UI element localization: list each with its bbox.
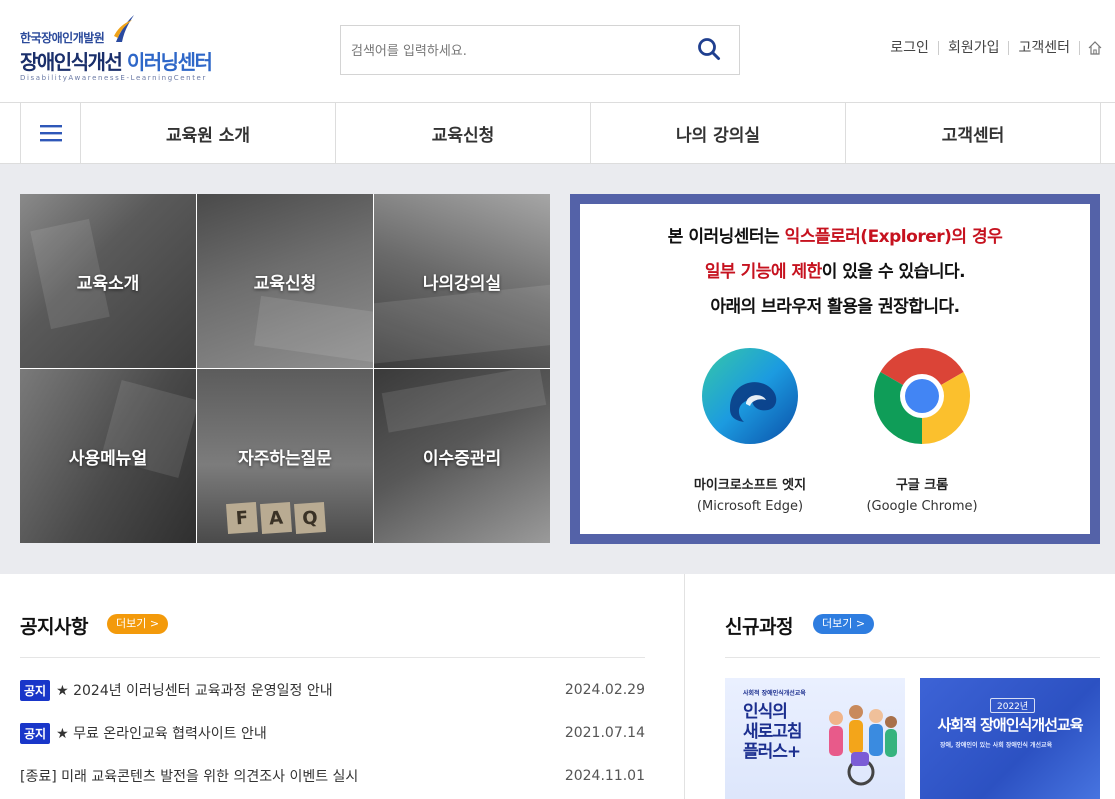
board-section: 공지사항 더보기 > 공지 ★ 2024년 이러닝센터 교육과정 운영일정 안내…	[0, 574, 1115, 799]
search-button[interactable]	[697, 37, 723, 63]
divider	[20, 657, 645, 658]
signup-link[interactable]: 회원가입	[939, 41, 1010, 55]
tile-label: 나의강의실	[422, 273, 502, 294]
site-header: 한국장애인개발원 장애인식개선 이러닝센터 DisabilityAwarenes…	[0, 0, 1115, 102]
course-title-line: 새로고침	[743, 722, 803, 742]
nav-item-apply[interactable]: 교육신청	[336, 103, 591, 163]
course-caption: 사회적 장애인식개선교육	[743, 690, 806, 697]
course-caption: 장애, 장애인이 있는 사회 장애인식 개선교육	[940, 742, 1053, 749]
faq-block: Q	[293, 501, 327, 535]
course-card[interactable]: 사회적 장애인식개선교육 인식의 새로고침 플러스+	[725, 678, 905, 799]
chrome-icon	[873, 348, 971, 444]
search-input[interactable]	[351, 38, 681, 64]
tile-label: 이수증관리	[422, 448, 502, 469]
post-date: 2021.07.14	[564, 725, 645, 741]
edge-icon	[702, 348, 798, 444]
site-name-part2: 이러닝센터	[126, 50, 213, 74]
chrome-name: 구글 크롬	[895, 478, 949, 493]
browser-notice-banner: 본 이러닝센터는 익스플로러(Explorer)의 경우 일부 기능에 제한이 …	[570, 194, 1100, 544]
tile-label: 자주하는질문	[238, 448, 332, 469]
notice-highlight: 익스플로러(Explorer)의 경우	[784, 227, 1003, 247]
post-title: [종료] 미래 교육콘텐츠 발전을 위한 의견조사 이벤트 실시	[20, 769, 359, 785]
site-name-part1: 장애인식개선	[20, 50, 127, 74]
login-link[interactable]: 로그인	[881, 41, 939, 55]
search-icon	[698, 38, 720, 60]
notice-line-3: 아래의 브라우저 활용을 권장합니다.	[710, 297, 960, 317]
faq-block: F	[225, 501, 259, 535]
tile-my-classroom[interactable]: 나의강의실	[374, 194, 550, 368]
notice-post[interactable]: 공지 ★ 2024년 이러닝센터 교육과정 운영일정 안내 2024.02.29	[20, 678, 645, 702]
tile-label: 교육신청	[253, 273, 317, 294]
divider	[725, 657, 1100, 658]
tile-label: 사용메뉴얼	[68, 448, 148, 469]
courses-title: 신규과정	[725, 616, 793, 638]
post-date: 2024.11.01	[564, 768, 645, 784]
notice-line-2: 일부 기능에 제한이 있을 수 있습니다.	[580, 257, 1090, 282]
nav-item-about[interactable]: 교육원 소개	[81, 103, 336, 163]
main-nav: 교육원 소개 교육신청 나의 강의실 고객센터	[0, 102, 1115, 164]
post-title: ★ 2024년 이러닝센터 교육과정 운영일정 안내	[56, 683, 333, 699]
course-title: 인식의 새로고침 플러스+	[743, 702, 803, 762]
chrome-browser-link[interactable]: 구글 크롬 (Google Chrome)	[832, 346, 1012, 514]
site-name: 장애인식개선 이러닝센터	[20, 46, 213, 75]
tile-label: 교육소개	[76, 273, 140, 294]
notice-line-1: 본 이러닝센터는 익스플로러(Explorer)의 경우	[580, 222, 1090, 247]
edge-name: 마이크로소프트 엣지	[693, 478, 807, 493]
people-illustration-icon	[829, 705, 897, 786]
tile-education-intro[interactable]: 교육소개	[20, 194, 196, 368]
edge-browser-link[interactable]: 마이크로소프트 엣지 (Microsoft Edge)	[660, 346, 840, 514]
home-icon	[1088, 41, 1102, 55]
chrome-english-name: (Google Chrome)	[866, 499, 978, 514]
course-title-line: 인식의	[743, 702, 788, 722]
menu-button[interactable]	[21, 103, 81, 163]
faq-blocks: F A Q	[225, 501, 327, 535]
notices-title: 공지사항	[20, 616, 88, 638]
home-button[interactable]	[1080, 40, 1103, 56]
site-logo[interactable]: 한국장애인개발원 장애인식개선 이러닝센터 DisabilityAwarenes…	[20, 14, 250, 90]
post-date: 2024.02.29	[564, 682, 645, 698]
notice-text: 본 이러닝센터는	[667, 227, 785, 247]
notice-badge: 공지	[20, 722, 51, 744]
logo-swoosh-icon	[114, 15, 134, 42]
org-name: 한국장애인개발원	[20, 31, 105, 45]
support-link[interactable]: 고객센터	[1009, 41, 1080, 55]
hamburger-menu-icon	[39, 125, 62, 142]
notice-post[interactable]: [종료] 미래 교육콘텐츠 발전을 위한 의견조사 이벤트 실시 2024.11…	[20, 764, 645, 788]
course-title: 사회적 장애인식개선교육	[937, 716, 1083, 734]
notice-highlight: 일부 기능에 제한	[704, 262, 822, 282]
tile-education-apply[interactable]: 교육신청	[197, 194, 373, 368]
post-title: ★ 무료 온라인교육 협력사이트 안내	[56, 726, 267, 742]
course-year: 2022년	[990, 698, 1036, 713]
courses-more-button[interactable]: 더보기 >	[813, 614, 875, 634]
notice-badge: 공지	[20, 679, 51, 701]
site-name-english: DisabilityAwarenessE-LearningCenter	[20, 74, 207, 82]
course-title-line: 플러스+	[743, 742, 801, 762]
notice-post[interactable]: 공지 ★ 무료 온라인교육 협력사이트 안내 2021.07.14	[20, 721, 645, 745]
tile-faq[interactable]: F A Q 자주하는질문	[197, 369, 373, 543]
notices-more-button[interactable]: 더보기 >	[107, 614, 169, 634]
edge-english-name: (Microsoft Edge)	[696, 499, 804, 514]
search-bar	[340, 25, 740, 75]
nav-item-my-classroom[interactable]: 나의 강의실	[591, 103, 846, 163]
faq-block: A	[259, 501, 293, 535]
notice-text: 이 있을 수 있습니다.	[821, 262, 966, 282]
course-card[interactable]: 2022년 사회적 장애인식개선교육 장애, 장애인이 있는 사회 장애인식 개…	[920, 678, 1100, 799]
main-visual: 교육소개 교육신청 나의강의실 사용메뉴얼 F A Q 자주하는질문 이수증관리	[0, 164, 1115, 574]
tile-certificate[interactable]: 이수증관리	[374, 369, 550, 543]
quick-menu-grid: 교육소개 교육신청 나의강의실 사용메뉴얼 F A Q 자주하는질문 이수증관리	[20, 194, 550, 543]
column-divider	[684, 574, 685, 799]
tile-user-manual[interactable]: 사용메뉴얼	[20, 369, 196, 543]
utility-links: 로그인 회원가입 고객센터	[881, 40, 1103, 56]
nav-item-support[interactable]: 고객센터	[846, 103, 1101, 163]
